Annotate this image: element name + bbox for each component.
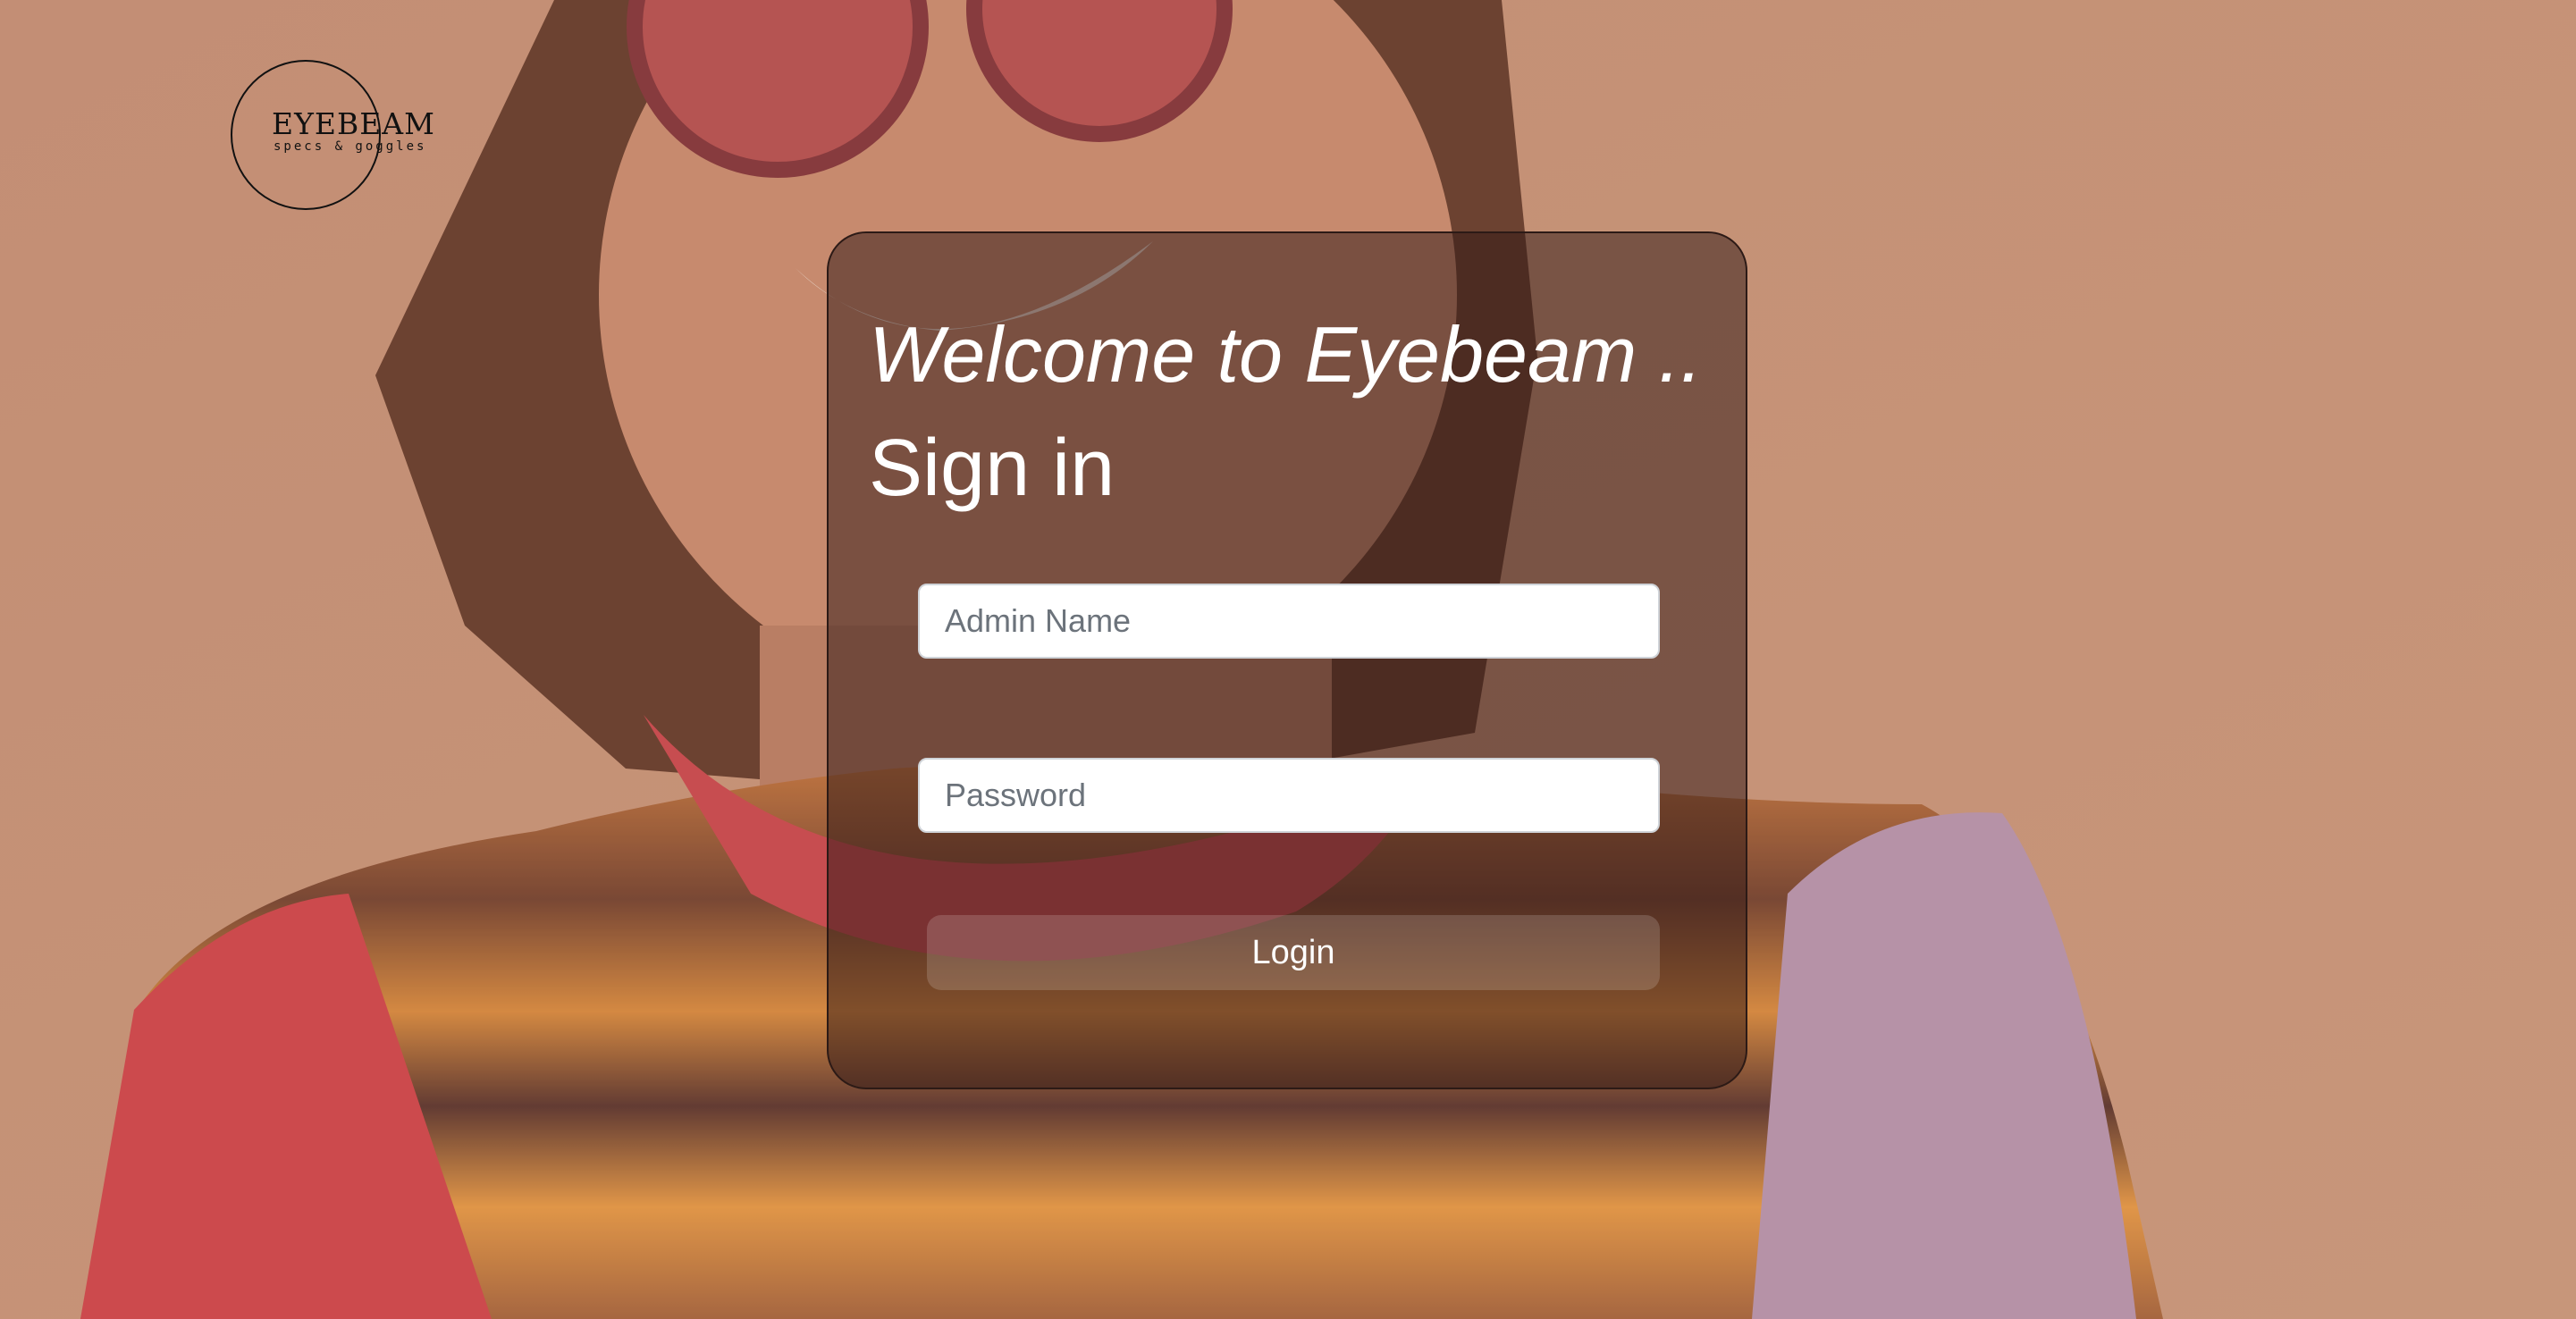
login-page: EYEBEAM specs & goggles Welcome to Eyebe… <box>0 0 2576 1319</box>
welcome-heading: Welcome to Eyebeam .. <box>869 310 1703 399</box>
login-card: Welcome to Eyebeam .. Sign in Login <box>827 231 1747 1089</box>
login-button[interactable]: Login <box>927 915 1660 990</box>
sign-in-title: Sign in <box>869 424 1115 513</box>
logo-name: EYEBEAM <box>272 106 435 141</box>
logo-tagline: specs & goggles <box>274 139 427 154</box>
password-input[interactable] <box>918 758 1660 833</box>
admin-name-input[interactable] <box>918 584 1660 659</box>
logo[interactable]: EYEBEAM specs & goggles <box>231 60 434 210</box>
